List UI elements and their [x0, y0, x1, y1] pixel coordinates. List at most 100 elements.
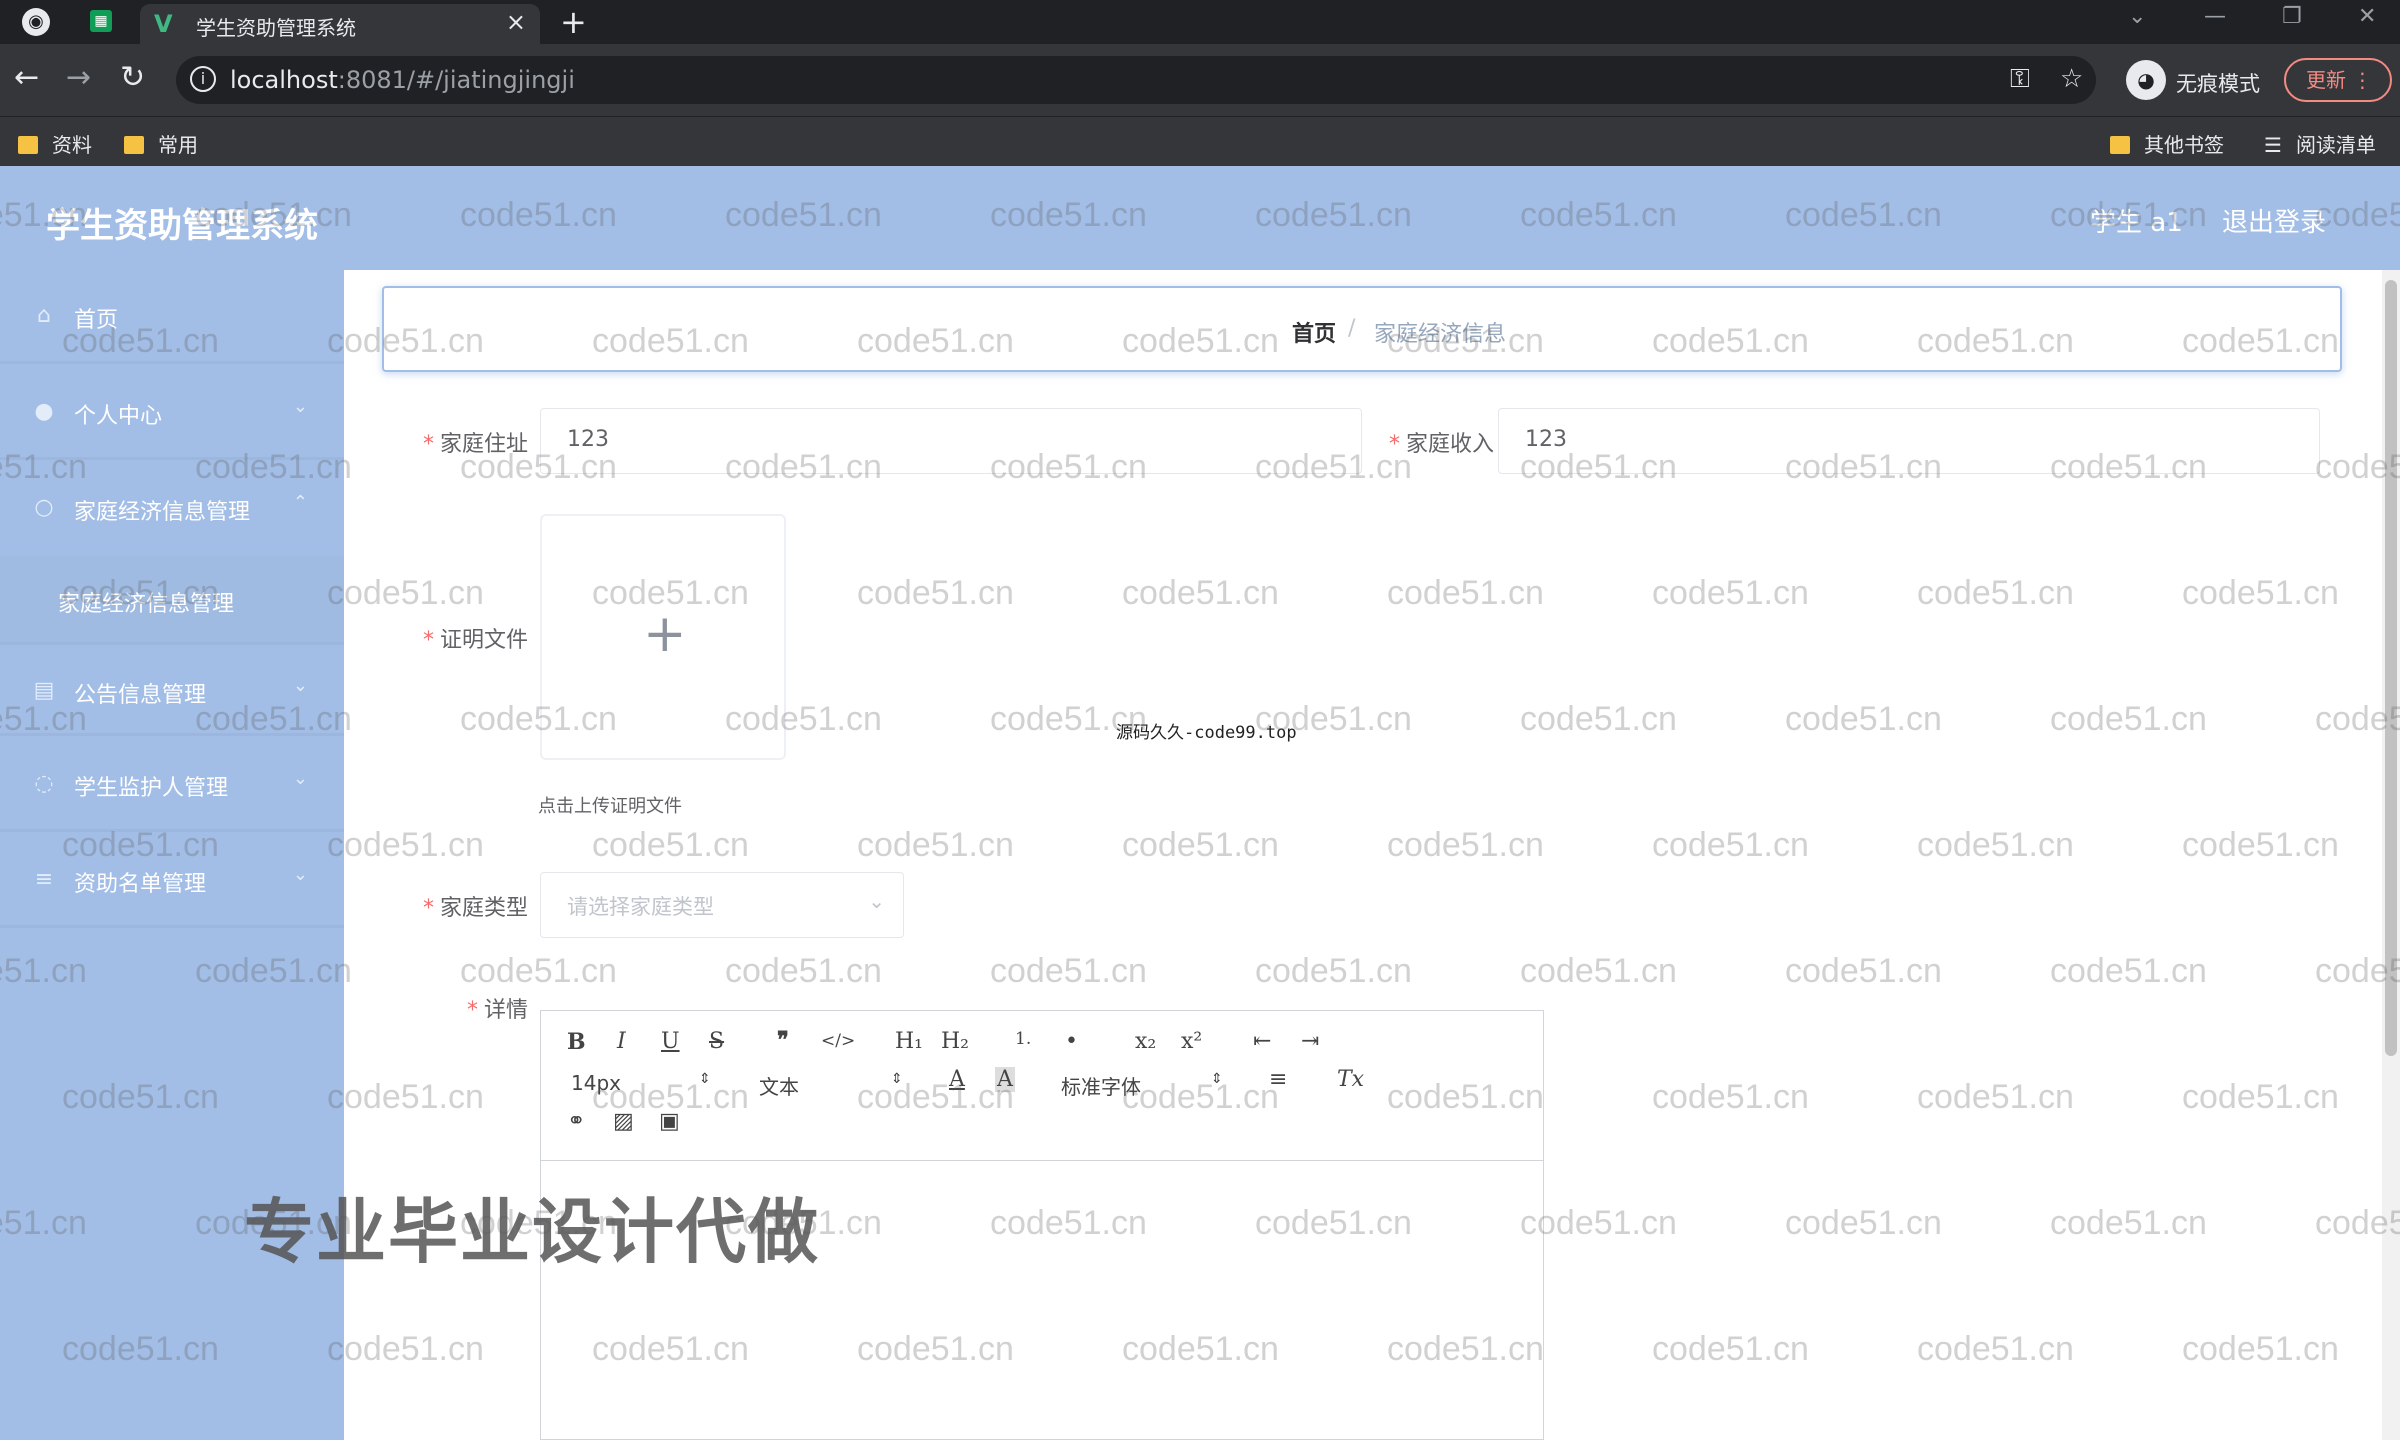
home-icon: ⌂	[37, 303, 51, 328]
breadcrumb-home[interactable]: 首页	[1292, 316, 1336, 348]
background-color-button[interactable]: A	[995, 1067, 1015, 1092]
clear-format-button[interactable]: Tx	[1337, 1067, 1364, 1092]
bold-button[interactable]: B	[567, 1029, 586, 1055]
sidebar-item-family-economy[interactable]: ○ 家庭经济信息管理 ⌃	[0, 462, 344, 556]
header2-button[interactable]: H₂	[941, 1029, 969, 1054]
close-tab-icon[interactable]: ×	[506, 8, 526, 36]
subscript-button[interactable]: x₂	[1135, 1029, 1156, 1054]
sidebar-item-label: 首页	[74, 308, 119, 333]
browser-logo-icon[interactable]: ◉	[22, 8, 50, 36]
blockquote-button[interactable]: ❞	[777, 1027, 789, 1053]
sidebar-item-announcements[interactable]: ▤ 公告信息管理 ⌄	[0, 642, 344, 736]
reading-list[interactable]: ☰ 阅读清单	[2264, 129, 2376, 158]
font-size-picker[interactable]: 14px ⇕	[571, 1071, 711, 1095]
url-text: localhost:8081/#/jiatingjingji	[230, 66, 575, 94]
key-icon[interactable]: ⚿	[2010, 64, 2030, 95]
other-bookmarks[interactable]: 其他书签	[2110, 129, 2224, 158]
reload-icon[interactable]: ↻	[120, 60, 145, 96]
bookmark-folder-2[interactable]: 常用	[124, 129, 198, 158]
chevron-down-icon: ⌄	[292, 768, 308, 789]
close-window-icon[interactable]: ✕	[2358, 4, 2376, 29]
star-icon[interactable]: ☆	[2060, 64, 2083, 94]
user-icon: ●	[34, 399, 54, 424]
scrollbar-thumb[interactable]	[2385, 280, 2397, 1056]
header1-button[interactable]: H₁	[895, 1029, 923, 1054]
superscript-button[interactable]: x²	[1181, 1029, 1202, 1054]
sidebar-subitem-label: 家庭经济信息管理	[58, 592, 235, 617]
tab-search-icon[interactable]: ⌄	[2128, 4, 2146, 29]
link-icon[interactable]: ⚭	[567, 1109, 585, 1134]
pinned-tab-icon[interactable]: ▦	[90, 10, 112, 32]
menu-icon: ≡	[34, 867, 54, 892]
forward-icon[interactable]: →	[66, 60, 91, 96]
code-block-button[interactable]: </>	[821, 1031, 855, 1051]
font-family-picker[interactable]: 标准字体 ⇕	[1061, 1071, 1231, 1100]
vue-logo-icon: V	[154, 10, 173, 38]
italic-button[interactable]: I	[617, 1029, 626, 1054]
reading-list-icon: ☰	[2264, 133, 2282, 157]
update-button[interactable]: 更新 ⋮	[2284, 58, 2392, 102]
browser-tab-bar: ◉ ▦ V 学生资助管理系统 × + ⌄ — ❐ ✕	[0, 0, 2400, 44]
chevron-down-icon: ⌄	[292, 864, 308, 885]
plus-icon: +	[643, 604, 687, 664]
tab-title: 学生资助管理系统	[196, 16, 356, 40]
updown-icon: ⇕	[699, 1071, 711, 1087]
chevron-down-icon: ⌄	[868, 889, 885, 913]
video-icon[interactable]: ▣	[659, 1109, 680, 1134]
sidebar-item-label: 公告信息管理	[74, 683, 207, 708]
income-input[interactable]: 123	[1498, 408, 2320, 474]
app-header: 学生资助管理系统 学生 a1 退出登录	[0, 166, 2400, 270]
circle-icon: ◌	[34, 771, 54, 796]
incognito-icon[interactable]: ◕	[2126, 60, 2166, 100]
restore-icon[interactable]: ❐	[2282, 4, 2302, 29]
sidebar-item-personal-center[interactable]: ● 个人中心 ⌄	[0, 366, 344, 460]
updown-icon: ⇕	[891, 1071, 903, 1087]
back-icon[interactable]: ←	[14, 60, 39, 96]
sidebar-item-label: 家庭经济信息管理	[74, 500, 251, 525]
chevron-up-icon: ⌃	[292, 492, 308, 513]
upload-tip: 点击上传证明文件	[538, 796, 682, 817]
info-icon[interactable]: i	[190, 66, 216, 92]
align-icon[interactable]: ≡	[1269, 1067, 1287, 1092]
current-user: 学生 a1	[2090, 208, 2183, 238]
page-scrollbar[interactable]	[2382, 270, 2400, 1440]
editor-toolbar: B I U S ❞ </> H₁ H₂ 1. • x₂ x² ⇤ ⇥ 14px ⇕…	[541, 1011, 1543, 1161]
sidebar-item-home[interactable]: ⌂ 首页	[0, 270, 344, 364]
sidebar-item-label: 个人中心	[74, 404, 163, 429]
bullet-list-button[interactable]: •	[1065, 1029, 1078, 1054]
list-icon: ▤	[33, 678, 55, 703]
folder-icon	[2110, 136, 2130, 154]
sidebar-item-guardians[interactable]: ◌ 学生监护人管理 ⌄	[0, 738, 344, 832]
family-type-label: * 家庭类型	[422, 896, 528, 921]
header-picker[interactable]: 文本 ⇕	[759, 1071, 903, 1100]
address-label: * 家庭住址	[422, 432, 528, 457]
image-icon[interactable]: ▨	[613, 1109, 634, 1134]
text-color-button[interactable]: A	[949, 1067, 965, 1092]
logout-button[interactable]: 退出登录	[2222, 202, 2326, 239]
indent-button[interactable]: ⇥	[1301, 1029, 1319, 1054]
outdent-button[interactable]: ⇤	[1253, 1029, 1271, 1054]
bookmarks-bar: 资料 常用 其他书签 ☰ 阅读清单	[0, 116, 2400, 166]
strike-button[interactable]: S	[709, 1029, 724, 1054]
bookmark-folder-1[interactable]: 资料	[18, 129, 92, 158]
address-bar-row: ← → ↻ i localhost:8081/#/jiatingjingji ⚿…	[0, 44, 2400, 116]
breadcrumb-current: 家庭经济信息	[1374, 322, 1507, 347]
detail-label: * 详情	[466, 998, 528, 1023]
minimize-icon[interactable]: —	[2204, 4, 2226, 29]
upload-area[interactable]: +	[540, 514, 786, 760]
new-tab-button[interactable]: +	[560, 4, 587, 40]
sidebar-item-aid-list[interactable]: ≡ 资助名单管理 ⌄	[0, 834, 344, 928]
chevron-down-icon: ⌄	[292, 396, 308, 417]
sidebar-subitem-family-economy[interactable]: 家庭经济信息管理	[0, 556, 344, 642]
tab-active[interactable]: V 学生资助管理系统 ×	[140, 4, 540, 44]
ordered-list-button[interactable]: 1.	[1015, 1029, 1031, 1049]
address-input[interactable]: 123	[540, 408, 1362, 474]
sidebar-item-label: 资助名单管理	[74, 872, 207, 897]
family-type-select[interactable]: 请选择家庭类型 ⌄	[540, 872, 904, 938]
underline-button[interactable]: U	[661, 1029, 680, 1054]
breadcrumb: 首页 / 家庭经济信息	[382, 286, 2342, 372]
source-overlay-text: 源码久久-code99.top	[1116, 723, 1297, 743]
folder-icon	[18, 136, 38, 154]
app-title: 学生资助管理系统	[46, 206, 318, 246]
url-input[interactable]: i localhost:8081/#/jiatingjingji ⚿ ☆	[176, 56, 2096, 104]
